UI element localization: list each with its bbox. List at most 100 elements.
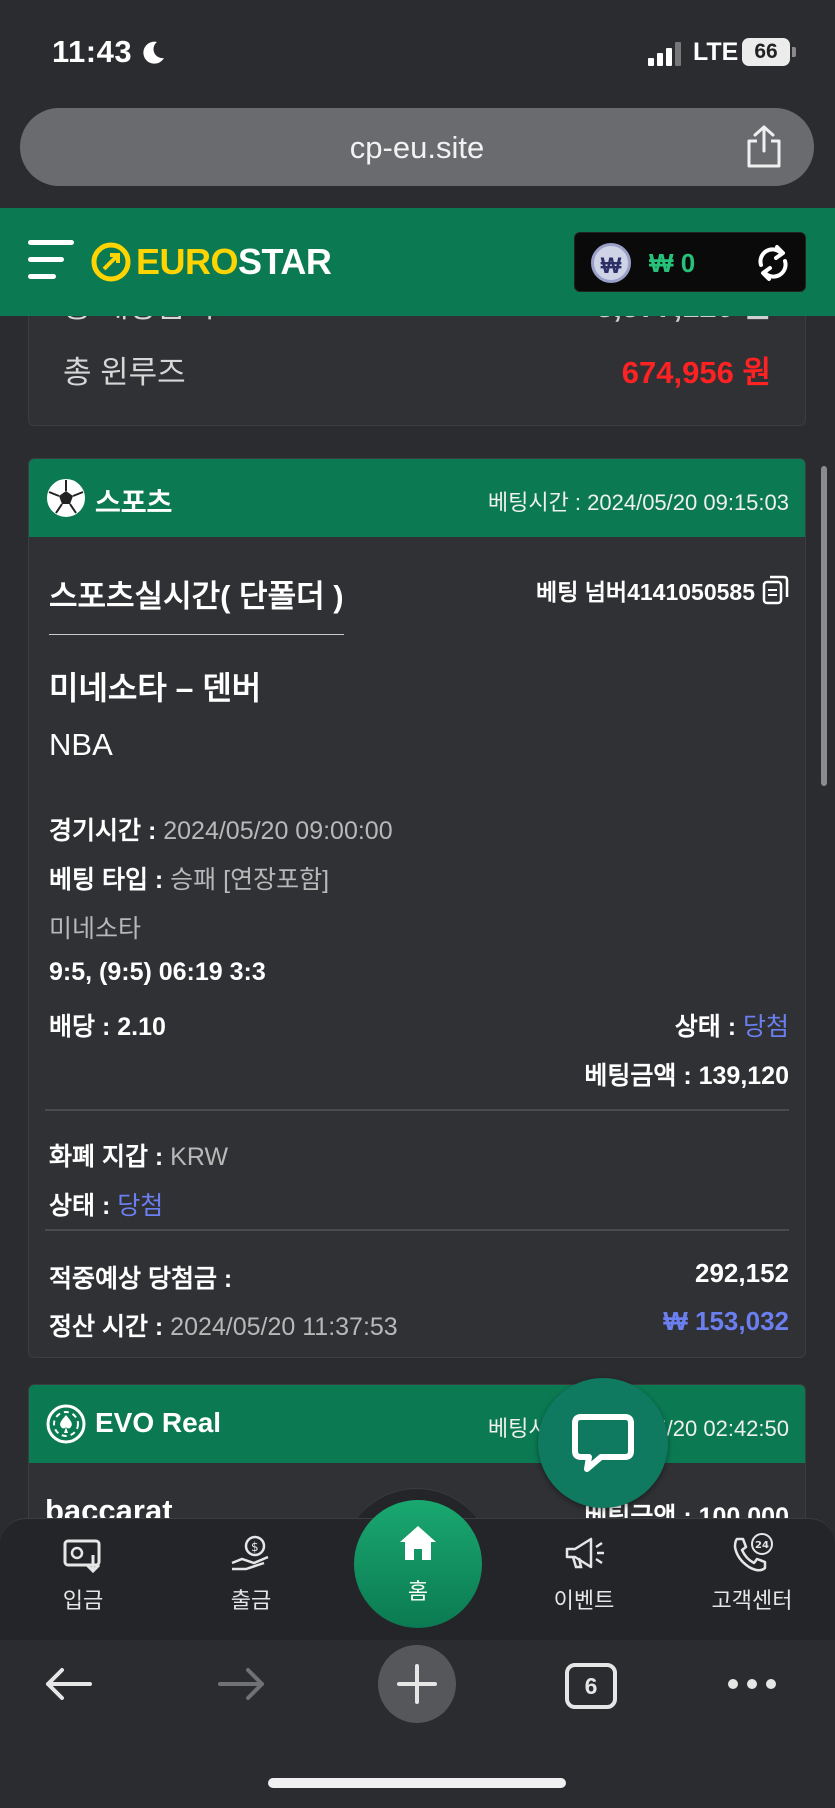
more-icon[interactable] (726, 1676, 778, 1692)
wallet-label: 화폐 지갑 : (49, 1143, 164, 1171)
score-value: 9:5, (9:5) 06:19 3:3 (49, 958, 266, 986)
divider (45, 1229, 789, 1231)
nav-event-label: 이벤트 (553, 1588, 615, 1613)
bet-amount: 베팅금액 : 139,120 (584, 1062, 789, 1090)
nav-home[interactable]: 홈 (354, 1500, 482, 1628)
summary-label: 총 윈루즈 (63, 355, 186, 390)
profit-value: ₩ 153,032 (663, 1306, 789, 1336)
home-indicator (268, 1778, 566, 1788)
svg-text:$: $ (251, 1540, 259, 1554)
nav-deposit-label: 입금 (62, 1588, 104, 1613)
wallet-value: KRW (170, 1143, 229, 1171)
support-24-icon: 24 (733, 1533, 773, 1572)
status-bar: 11:43 LTE 66 (0, 0, 835, 100)
network-type: LTE (693, 38, 739, 66)
settle-time: 2024/05/20 11:37:53 (170, 1313, 398, 1341)
status2-row: 상태 : 당첨 (49, 1186, 163, 1222)
wallet-balance[interactable]: ₩ ₩ 0 (574, 232, 806, 292)
menu-icon[interactable] (28, 240, 74, 284)
casino-chip-icon (46, 1404, 86, 1444)
bet-type-title: 스포츠실시간( 단폴더 ) (49, 571, 344, 635)
status-value: 당첨 (742, 1013, 789, 1041)
battery-level: 66 (742, 38, 790, 66)
game-time-label: 경기시간 : (49, 817, 157, 845)
svg-text:24: 24 (755, 1540, 769, 1551)
page: 11:43 LTE 66 cp-eu.site EURO STAR ₩ ₩ 0 … (0, 0, 835, 1808)
share-icon[interactable] (744, 125, 784, 169)
copy-icon[interactable] (761, 575, 789, 605)
wallet-row: 화폐 지갑 : KRW (49, 1137, 228, 1173)
odds-row: 배당 : 2.10 (49, 1007, 166, 1043)
pick-value: 미네소타 (49, 915, 142, 943)
signal-icon (648, 42, 681, 66)
expected-value: 292,152 (695, 1258, 789, 1288)
bet-category: 스포츠 (95, 487, 173, 518)
url-text: cp-eu.site (349, 130, 485, 165)
league: NBA (49, 727, 113, 762)
nav-support[interactable]: 24 고객센터 (687, 1533, 817, 1615)
summary-value: 3,577,120 원 (596, 316, 771, 326)
bet-history-content[interactable]: 총 배당금액 3,577,120 원 총 윈루즈 674,956 원 스포츠 베… (0, 316, 835, 1526)
settle-label: 정산 시간 : (49, 1313, 164, 1341)
logo-euro: EURO (136, 241, 239, 282)
logo[interactable]: EURO STAR (90, 240, 332, 284)
bet-number[interactable]: 베팅 넘버4141050585 (536, 573, 789, 607)
pick-row: 미네소타 (49, 909, 141, 945)
url-bar[interactable]: cp-eu.site (20, 108, 814, 186)
withdraw-icon: $ (231, 1535, 269, 1571)
winlose-value: 674,956 원 (621, 355, 771, 390)
bet-kind-value: 승패 [연장포함] (170, 866, 330, 894)
soccer-ball-icon (47, 479, 85, 517)
summary-card: 총 배당금액 3,577,120 원 총 윈루즈 674,956 원 (28, 316, 806, 426)
bet-time: 베팅시간 : 2024/05/20 09:15:03 (487, 490, 789, 515)
settle-row: 정산 시간 : 2024/05/20 11:37:53 (49, 1307, 398, 1343)
status-time: 11:43 (52, 34, 133, 69)
home-icon (400, 1526, 436, 1560)
tabs-button[interactable]: 6 (565, 1663, 617, 1709)
logo-star: STAR (238, 241, 332, 282)
odds-value: 배당 : 2.10 (49, 1013, 166, 1041)
status-row: 상태 : 당첨 (675, 1007, 789, 1043)
game-time-row: 경기시간 : 2024/05/20 09:00:00 (49, 811, 393, 847)
summary-row: 총 배당금액 3,577,120 원 (63, 316, 771, 326)
moon-icon (143, 41, 164, 64)
back-arrow-icon[interactable] (42, 1664, 94, 1704)
new-tab-button[interactable] (378, 1645, 456, 1723)
expected-payout-row: 적중예상 당첨금 : (49, 1259, 232, 1295)
live-chat-button[interactable] (538, 1378, 668, 1508)
nav-withdraw[interactable]: $ 출금 (186, 1533, 316, 1615)
nav-deposit[interactable]: 입금 (18, 1533, 148, 1615)
bet-category: EVO Real (95, 1407, 222, 1438)
plus-icon (397, 1664, 437, 1704)
bet-kind-label: 베팅 타입 : (49, 866, 164, 894)
chat-bubble-icon (572, 1414, 634, 1472)
bet-card-header: EVO Real 베팅시간 : 2024/05/20 02:42:50 (29, 1385, 805, 1463)
forward-arrow-icon[interactable] (216, 1664, 268, 1704)
bet-card[interactable]: 스포츠 베팅시간 : 2024/05/20 09:15:03 스포츠실시간( 단… (28, 458, 806, 1358)
expected-label: 적중예상 당첨금 : (49, 1265, 233, 1293)
nav-event[interactable]: 이벤트 (519, 1533, 649, 1615)
status2-label: 상태 : (49, 1192, 111, 1220)
status2-value: 당첨 (117, 1192, 164, 1220)
divider (45, 1109, 789, 1111)
score-row: 9:5, (9:5) 06:19 3:3 (49, 958, 266, 987)
deposit-icon (63, 1539, 101, 1574)
summary-label: 총 배당금액 (63, 316, 214, 324)
nav-home-label: 홈 (407, 1579, 429, 1604)
match-title: 미네소타 – 덴버 (49, 670, 262, 706)
game-time-value: 2024/05/20 09:00:00 (163, 817, 393, 845)
bet-amount-row: 베팅금액 : 139,120 (584, 1056, 789, 1092)
megaphone-icon (565, 1537, 604, 1569)
nav-support-label: 고객센터 (711, 1588, 793, 1613)
balance-value: ₩ 0 (649, 248, 696, 278)
refresh-icon[interactable] (753, 243, 793, 283)
bet-card-header: 스포츠 베팅시간 : 2024/05/20 09:15:03 (29, 459, 805, 537)
battery-tip (792, 47, 796, 57)
won-coin-icon: ₩ (591, 243, 631, 283)
scrollbar-thumb[interactable] (821, 466, 827, 786)
site-header: EURO STAR ₩ ₩ 0 (0, 208, 835, 316)
bet-number-text: 베팅 넘버4141050585 (536, 579, 755, 605)
bet-kind-row: 베팅 타입 : 승패 [연장포함] (49, 860, 329, 896)
nav-withdraw-label: 출금 (230, 1588, 272, 1613)
summary-row: 총 윈루즈 674,956 원 (63, 347, 771, 392)
